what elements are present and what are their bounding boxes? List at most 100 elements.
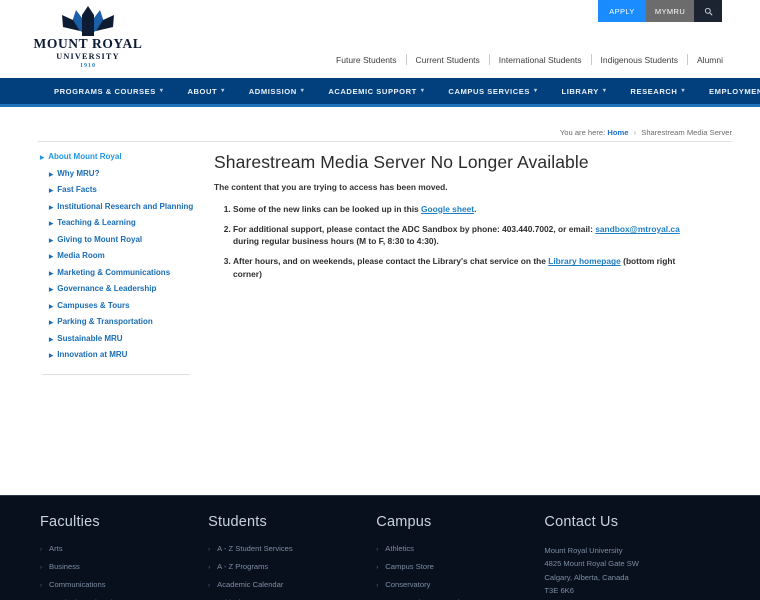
footer-column-heading: Faculties xyxy=(40,514,100,530)
mymru-button[interactable]: MYMRU xyxy=(646,0,694,22)
breadcrumb-separator: › xyxy=(633,128,637,137)
page-title: Sharestream Media Server No Longer Avail… xyxy=(214,152,589,172)
logo-wordmark: MOUNT ROYAL xyxy=(33,36,143,51)
footer-link[interactable]: › Business xyxy=(40,562,208,571)
footer-list-item: › Business xyxy=(40,562,208,571)
main-nav-item-label: LIBRARY xyxy=(561,86,599,96)
sidebar-item-link[interactable]: ▶ Governance & Leadership xyxy=(40,284,208,294)
search-button[interactable] xyxy=(694,0,722,22)
triangle-right-icon: ▶ xyxy=(49,221,54,227)
sidebar-item-link[interactable]: ▶ Institutional Research and Planning xyxy=(40,202,208,212)
main-nav-item[interactable]: ACADEMIC SUPPORT ▾ xyxy=(316,87,436,96)
main-nav-item[interactable]: PROGRAMS & COURSES ▾ xyxy=(42,87,175,96)
sidebar-list-item: ▶ Why MRU? xyxy=(40,169,208,179)
sidebar-list-item: ▶ Fast Facts xyxy=(40,185,208,195)
sidebar-item-link[interactable]: ▶ Marketing & Communications xyxy=(40,268,208,278)
sidebar-item-label: Teaching & Learning xyxy=(57,218,136,227)
footer-link-list: ›Arts›Business›Communications›Continuing… xyxy=(40,544,208,600)
sidebar-divider xyxy=(42,374,190,375)
main-nav-item-label: ACADEMIC SUPPORT xyxy=(328,86,417,96)
main-nav-item[interactable]: RESEARCH ▾ xyxy=(618,87,697,96)
footer-link[interactable]: › Conservatory xyxy=(376,580,544,589)
sidebar-item-link[interactable]: ▶ Sustainable MRU xyxy=(40,334,208,344)
footer-link[interactable]: › A - Z Programs xyxy=(208,562,376,571)
sidebar-item-link[interactable]: ▶ Teaching & Learning xyxy=(40,218,208,228)
footer-link-label: Academic Calendar xyxy=(217,580,284,589)
chevron-right-icon: › xyxy=(376,565,379,571)
sidebar-list-item: ▶ Innovation at MRU xyxy=(40,350,208,360)
triangle-right-icon: ▶ xyxy=(49,270,54,277)
triangle-right-icon: ▶ xyxy=(49,237,54,244)
footer-link[interactable]: › Athletics xyxy=(376,544,544,553)
footer-column: Campus › Athletics › Campus Store › Conservato… xyxy=(376,514,544,600)
footer-list-item: › Communications xyxy=(40,580,208,589)
breadcrumb-home-link[interactable]: Home xyxy=(607,128,628,137)
sidebar-item-link[interactable]: ▶ Why MRU? xyxy=(40,169,208,179)
main-nav-item-label: ADMISSION xyxy=(248,86,297,96)
chevron-right-icon: › xyxy=(208,565,211,571)
sidebar-item-link[interactable]: ▶ Media Room xyxy=(40,251,208,261)
footer-link[interactable]: › Academic Calendar xyxy=(208,580,376,589)
site-logo[interactable]: MOUNT ROYAL UNIVERSITY 1910 xyxy=(32,6,144,70)
instruction-link[interactable]: sandbox@mtroyal.ca xyxy=(595,224,680,234)
footer-link[interactable]: › Arts xyxy=(40,544,208,553)
search-icon xyxy=(704,7,712,15)
main-nav-item[interactable]: LIBRARY ▾ xyxy=(550,87,619,96)
main-nav-item[interactable]: ABOUT ▾ xyxy=(175,87,236,96)
chevron-down-icon: ▾ xyxy=(300,88,305,94)
sidebar-item-label: Fast Facts xyxy=(57,185,97,194)
main-nav-item[interactable]: CAMPUS SERVICES ▾ xyxy=(436,87,549,96)
instruction-link[interactable]: Google sheet xyxy=(421,204,474,214)
sidebar-list-item: ▶ Media Room xyxy=(40,251,208,261)
chevron-down-icon: ▾ xyxy=(681,88,685,94)
chevron-right-icon: › xyxy=(40,547,42,553)
audience-nav-item[interactable]: International Students xyxy=(490,55,591,65)
main-content: Sharestream Media Server No Longer Avail… xyxy=(208,152,760,375)
triangle-right-icon: ▶ xyxy=(49,188,54,194)
footer-link-label: Communications xyxy=(49,580,106,589)
main-nav-item[interactable]: EMPLOYMENT & CAREERS▾ xyxy=(697,87,760,96)
sidebar-list-item: ▶ About Mount Royal xyxy=(40,152,208,162)
sidebar-item-link[interactable]: ▶ Parking & Transportation xyxy=(40,317,208,327)
chevron-right-icon: › xyxy=(208,547,211,553)
sidebar-list-item: ▶ Governance & Leadership xyxy=(40,284,208,294)
logo-subtitle: UNIVERSITY xyxy=(56,51,120,61)
sidebar: ▶ About Mount Royal ▶ Why MRU? ▶ Fast Facts ▶ I… xyxy=(0,152,208,375)
audience-nav-item[interactable]: Current Students xyxy=(407,55,489,65)
chevron-right-icon: › xyxy=(40,565,42,571)
triangle-right-icon: ▶ xyxy=(40,155,45,161)
instructions-list: Some of the new links can be looked up i… xyxy=(214,203,700,280)
footer-address-line: Mount Royal University xyxy=(544,546,623,555)
sidebar-item-label: Marketing & Communications xyxy=(57,267,171,277)
triangle-right-icon: ▶ xyxy=(49,320,54,326)
sidebar-item-link[interactable]: ▶ About Mount Royal xyxy=(40,152,208,162)
sidebar-item-link[interactable]: ▶ Campuses & Tours xyxy=(40,301,208,311)
chevron-down-icon: ▾ xyxy=(221,88,225,94)
main-nav-item-label: CAMPUS SERVICES xyxy=(448,86,530,96)
apply-button[interactable]: APPLY xyxy=(598,0,646,22)
breadcrumb-current: Sharestream Media Server xyxy=(641,128,732,137)
sidebar-item-link[interactable]: ▶ Giving to Mount Royal xyxy=(40,235,208,245)
instruction-text-before: After hours, and on weekends, please con… xyxy=(233,256,549,267)
footer-address-line: Calgary, Alberta, Canada xyxy=(544,572,629,582)
main-nav-item[interactable]: ADMISSION ▾ xyxy=(237,87,317,96)
footer-link[interactable]: › A - Z Student Services xyxy=(208,544,376,553)
footer-column: Students › A - Z Student Services › A - Z Pr… xyxy=(208,514,376,600)
sidebar-item-label: Innovation at MRU xyxy=(57,350,128,359)
footer-list-item: › Campus Store xyxy=(376,562,544,571)
breadcrumb-bar: You are here: Home › Sharestream Media S… xyxy=(0,107,760,142)
sidebar-list-item: ▶ Sustainable MRU xyxy=(40,334,208,344)
audience-nav-item[interactable]: Indigenous Students xyxy=(592,55,688,65)
footer-link[interactable]: › Campus Store xyxy=(376,562,544,571)
footer-link[interactable]: › Communications xyxy=(40,580,208,589)
sidebar-item-label: Parking & Transportation xyxy=(57,317,153,326)
audience-nav-item[interactable]: Future Students xyxy=(327,55,405,65)
sidebar-item-link[interactable]: ▶ Fast Facts xyxy=(40,185,208,195)
audience-nav-item[interactable]: Alumni xyxy=(688,55,732,65)
sidebar-item-link[interactable]: ▶ Innovation at MRU xyxy=(40,350,208,360)
triangle-right-icon: ▶ xyxy=(49,204,54,211)
instruction-item: Some of the new links can be looked up i… xyxy=(233,203,700,215)
instruction-link[interactable]: Library homepage xyxy=(548,256,621,266)
intro-paragraph: The content that you are trying to acces… xyxy=(214,182,448,192)
main-nav-item-label: ABOUT xyxy=(187,86,218,96)
